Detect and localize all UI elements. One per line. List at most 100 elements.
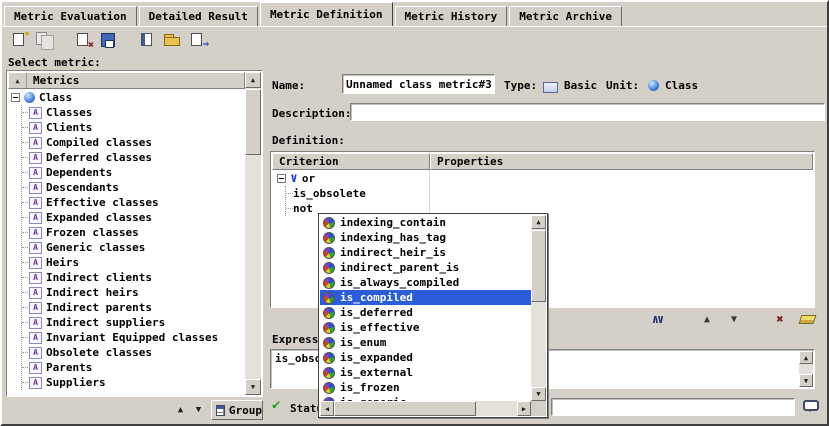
- metric-icon: [29, 107, 42, 119]
- tree-item-heirs[interactable]: Heirs: [22, 255, 244, 270]
- folder-icon: [164, 37, 180, 46]
- criterion-icon: [323, 367, 335, 379]
- dropdown-item-indexing_has_tag[interactable]: indexing_has_tag: [320, 230, 531, 245]
- tree-item-clients[interactable]: Clients: [22, 120, 244, 135]
- dropdown-item-is_external[interactable]: is_external: [320, 365, 531, 380]
- dropdown-item-indirect_parent_is[interactable]: indirect_parent_is: [320, 260, 531, 275]
- tree-item-label: Classes: [46, 106, 92, 119]
- tree-item-indirect-parents[interactable]: Indirect parents: [22, 300, 244, 315]
- collapse-icon[interactable]: [277, 174, 286, 183]
- metric-icon: [29, 287, 42, 299]
- tab-detailed-result[interactable]: Detailed Result: [139, 6, 258, 26]
- scrollbar-thumb[interactable]: [334, 401, 476, 416]
- comment-input[interactable]: [551, 398, 795, 416]
- tree-item-obsolete-classes[interactable]: Obsolete classes: [22, 345, 244, 360]
- and-or-toggle-icon[interactable]: [644, 311, 670, 327]
- tree-item-indirect-heirs[interactable]: Indirect heirs: [22, 285, 244, 300]
- scroll-down-icon[interactable]: [245, 379, 261, 395]
- dropdown-item-is_enum[interactable]: is_enum: [320, 335, 531, 350]
- move-metric-down-button[interactable]: [191, 402, 206, 417]
- scroll-down-icon[interactable]: [799, 374, 813, 387]
- dropdown-hscrollbar[interactable]: [320, 401, 531, 416]
- metric-icon: [29, 377, 42, 389]
- tab-metric-evaluation[interactable]: Metric Evaluation: [4, 6, 137, 26]
- dropdown-item-label: is_enum: [340, 336, 386, 349]
- scroll-left-icon[interactable]: [320, 401, 334, 416]
- tree-item-indirect-suppliers[interactable]: Indirect suppliers: [22, 315, 244, 330]
- tree-item-compiled-classes[interactable]: Compiled classes: [22, 135, 244, 150]
- move-metric-up-button[interactable]: [173, 402, 188, 417]
- metric-icon: [29, 122, 42, 134]
- move-criterion-up-icon[interactable]: [698, 311, 716, 327]
- export-metric-button[interactable]: [186, 30, 209, 51]
- tree-item-classes[interactable]: Classes: [22, 105, 244, 120]
- name-input[interactable]: [342, 74, 495, 94]
- dropdown-item-is_expanded[interactable]: is_expanded: [320, 350, 531, 365]
- metric-icon: [29, 182, 42, 194]
- tree-item-dependents[interactable]: Dependents: [22, 165, 244, 180]
- tree-item-descendants[interactable]: Descendants: [22, 180, 244, 195]
- dropdown-item-label: indirect_parent_is: [340, 261, 459, 274]
- dropdown-item-is_effective[interactable]: is_effective: [320, 320, 531, 335]
- dropdown-item-is_deferred[interactable]: is_deferred: [320, 305, 531, 320]
- page-icon: [141, 33, 152, 46]
- tree-item-effective-classes[interactable]: Effective classes: [22, 195, 244, 210]
- tree-item-label: Dependents: [46, 166, 112, 179]
- criterion-row-is-obsolete[interactable]: is_obsolete: [286, 186, 797, 201]
- tab-metric-archive[interactable]: Metric Archive: [509, 6, 622, 26]
- scroll-right-icon[interactable]: [517, 401, 531, 416]
- page-icon: [13, 33, 24, 46]
- scrollbar-thumb[interactable]: [531, 230, 546, 302]
- sort-ascending-icon[interactable]: [9, 73, 27, 88]
- type-value: Basic: [564, 79, 597, 92]
- scroll-up-icon[interactable]: [799, 351, 813, 364]
- open-folder-button[interactable]: [161, 30, 184, 51]
- tree-item-invariant-equipped-classes[interactable]: Invariant Equipped classes: [22, 330, 244, 345]
- scroll-up-icon[interactable]: [531, 215, 546, 229]
- tree-item-generic-classes[interactable]: Generic classes: [22, 240, 244, 255]
- unit-label: Unit:: [606, 79, 639, 92]
- tree-scrollbar[interactable]: [245, 72, 261, 395]
- type-label: Type:: [504, 79, 537, 92]
- comment-bubble-icon[interactable]: [803, 400, 819, 411]
- metric-icon: [29, 347, 42, 359]
- tree-item-parents[interactable]: Parents: [22, 360, 244, 375]
- tree-item-expanded-classes[interactable]: Expanded classes: [22, 210, 244, 225]
- group-toggle-button[interactable]: Group: [211, 400, 263, 420]
- criterion-column-header[interactable]: Criterion: [272, 153, 430, 170]
- delete-criterion-icon[interactable]: [771, 311, 789, 327]
- scroll-up-icon[interactable]: [245, 72, 261, 88]
- dropdown-item-indexing_contain[interactable]: indexing_contain: [320, 215, 531, 230]
- criterion-row-or[interactable]: or: [273, 171, 797, 186]
- expression-scrollbar[interactable]: [799, 351, 813, 387]
- scroll-down-icon[interactable]: [531, 387, 546, 401]
- dropdown-item-is_compiled[interactable]: is_compiled: [320, 290, 531, 305]
- dropdown-item-is_frozen[interactable]: is_frozen: [320, 380, 531, 395]
- criterion-label: or: [302, 172, 315, 185]
- scrollbar-thumb[interactable]: [245, 89, 261, 155]
- tree-item-suppliers[interactable]: Suppliers: [22, 375, 244, 390]
- dropdown-item-is_always_compiled[interactable]: is_always_compiled: [320, 275, 531, 290]
- tree-item-label: Parents: [46, 361, 92, 374]
- tree-item-indirect-clients[interactable]: Indirect clients: [22, 270, 244, 285]
- collapse-icon[interactable]: [11, 93, 20, 102]
- erase-criterion-icon[interactable]: [798, 311, 816, 327]
- tree-item-class[interactable]: Class: [10, 90, 244, 105]
- tree-item-frozen-classes[interactable]: Frozen classes: [22, 225, 244, 240]
- dropdown-vscrollbar[interactable]: [531, 215, 546, 401]
- save-metric-button[interactable]: [97, 30, 120, 51]
- description-input[interactable]: [350, 103, 825, 121]
- dropdown-item-indirect_heir_is[interactable]: indirect_heir_is: [320, 245, 531, 260]
- metric-tree-header[interactable]: Metrics: [8, 72, 245, 89]
- tab-metric-history[interactable]: Metric History: [395, 6, 508, 26]
- move-criterion-down-icon[interactable]: [725, 311, 743, 327]
- delete-metric-button[interactable]: [72, 30, 95, 51]
- metric-book-button[interactable]: [136, 30, 159, 51]
- criterion-icon: [323, 262, 335, 274]
- tree-item-deferred-classes[interactable]: Deferred classes: [22, 150, 244, 165]
- new-metric-button[interactable]: [8, 30, 31, 51]
- properties-column-header[interactable]: Properties: [430, 153, 813, 170]
- tab-metric-definition[interactable]: Metric Definition: [260, 2, 393, 26]
- duplicate-metric-button[interactable]: [33, 30, 56, 51]
- group-icon: [216, 405, 225, 416]
